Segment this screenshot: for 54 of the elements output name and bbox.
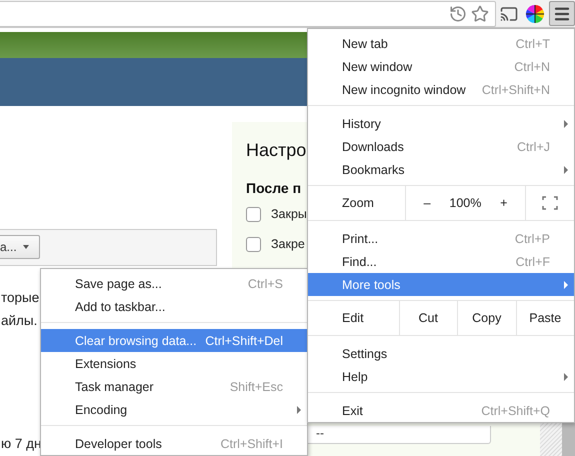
zoom-out-button[interactable]: – — [420, 196, 435, 210]
shortcut-text: Ctrl+Shift+N — [482, 82, 550, 96]
menu-item[interactable]: Save page as... Ctrl+S — [41, 272, 307, 295]
menu-icon — [553, 4, 572, 22]
menu-item[interactable]: Developer tools Ctrl+Shift+I — [41, 432, 307, 455]
menu-button[interactable] — [549, 1, 575, 26]
menu-item[interactable]: Help — [308, 365, 574, 388]
menu-item[interactable]: Downloads Ctrl+J — [308, 135, 574, 158]
menu-item[interactable]: Task manager Shift+Esc — [41, 375, 307, 398]
section-heading: После п — [246, 179, 302, 198]
caret-icon — [22, 245, 29, 249]
page-text: айлы. — [1, 312, 38, 330]
zoom-label: Zoom — [341, 195, 375, 212]
menu-item[interactable]: Add to taskbar... — [41, 295, 307, 318]
menu-item[interactable]: Extensions — [41, 352, 307, 375]
bookmark-star-icon[interactable] — [470, 4, 489, 22]
shortcut-text: Ctrl+J — [517, 140, 550, 154]
address-field[interactable] — [0, 0, 496, 26]
menu-item[interactable]: Print... Ctrl+P — [308, 227, 574, 250]
checkbox-label: Закры — [271, 207, 307, 221]
edit-label: Edit — [341, 310, 365, 327]
menu-item[interactable]: Exit Ctrl+Shift+Q — [308, 399, 574, 422]
menu-item[interactable]: Encoding — [41, 398, 307, 421]
menu-item[interactable]: New incognito window Ctrl+Shift+N — [308, 78, 574, 101]
checkbox[interactable] — [246, 236, 261, 252]
menu-item[interactable]: Find... Ctrl+F — [308, 250, 574, 273]
menu-item[interactable]: New window Ctrl+N — [308, 55, 574, 78]
checkbox-label: Закре — [271, 237, 305, 251]
menu-item[interactable]: Settings — [308, 342, 574, 365]
fullscreen-icon — [542, 196, 558, 210]
shortcut-text: Ctrl+T — [516, 36, 550, 50]
page-text: торые — [1, 289, 40, 307]
shortcut-text: Ctrl+N — [514, 60, 550, 74]
checkbox[interactable] — [246, 206, 261, 222]
menu-item[interactable]: Clear browsing data... Ctrl+Shift+Del — [41, 329, 307, 352]
color-wheel-icon[interactable] — [525, 4, 546, 24]
dropdown-button[interactable]: а... — [0, 235, 40, 259]
shortcut-text: Ctrl+Shift+Q — [481, 404, 550, 418]
panel-title: Настро — [246, 139, 306, 162]
shortcut-text: Ctrl+Shift+Del — [205, 334, 283, 348]
shortcut-text: Shift+Esc — [230, 380, 283, 394]
input-field[interactable]: -- — [305, 426, 491, 444]
menu-item[interactable]: More tools — [308, 273, 574, 296]
shortcut-text: Ctrl+S — [248, 276, 283, 290]
shortcut-text: Ctrl+Shift+I — [220, 436, 283, 450]
shortcut-text: Ctrl+F — [516, 254, 550, 268]
menu-item[interactable]: Bookmarks — [308, 158, 574, 181]
cast-icon[interactable] — [500, 4, 518, 22]
menu-item[interactable]: History — [308, 112, 574, 135]
shortcut-text: Ctrl+P — [514, 232, 550, 246]
zoom-value: 100% — [449, 196, 482, 210]
zoom-in-button[interactable]: + — [496, 196, 512, 210]
history-icon[interactable] — [448, 4, 467, 22]
menu-item[interactable]: New tab Ctrl+T — [308, 32, 574, 55]
